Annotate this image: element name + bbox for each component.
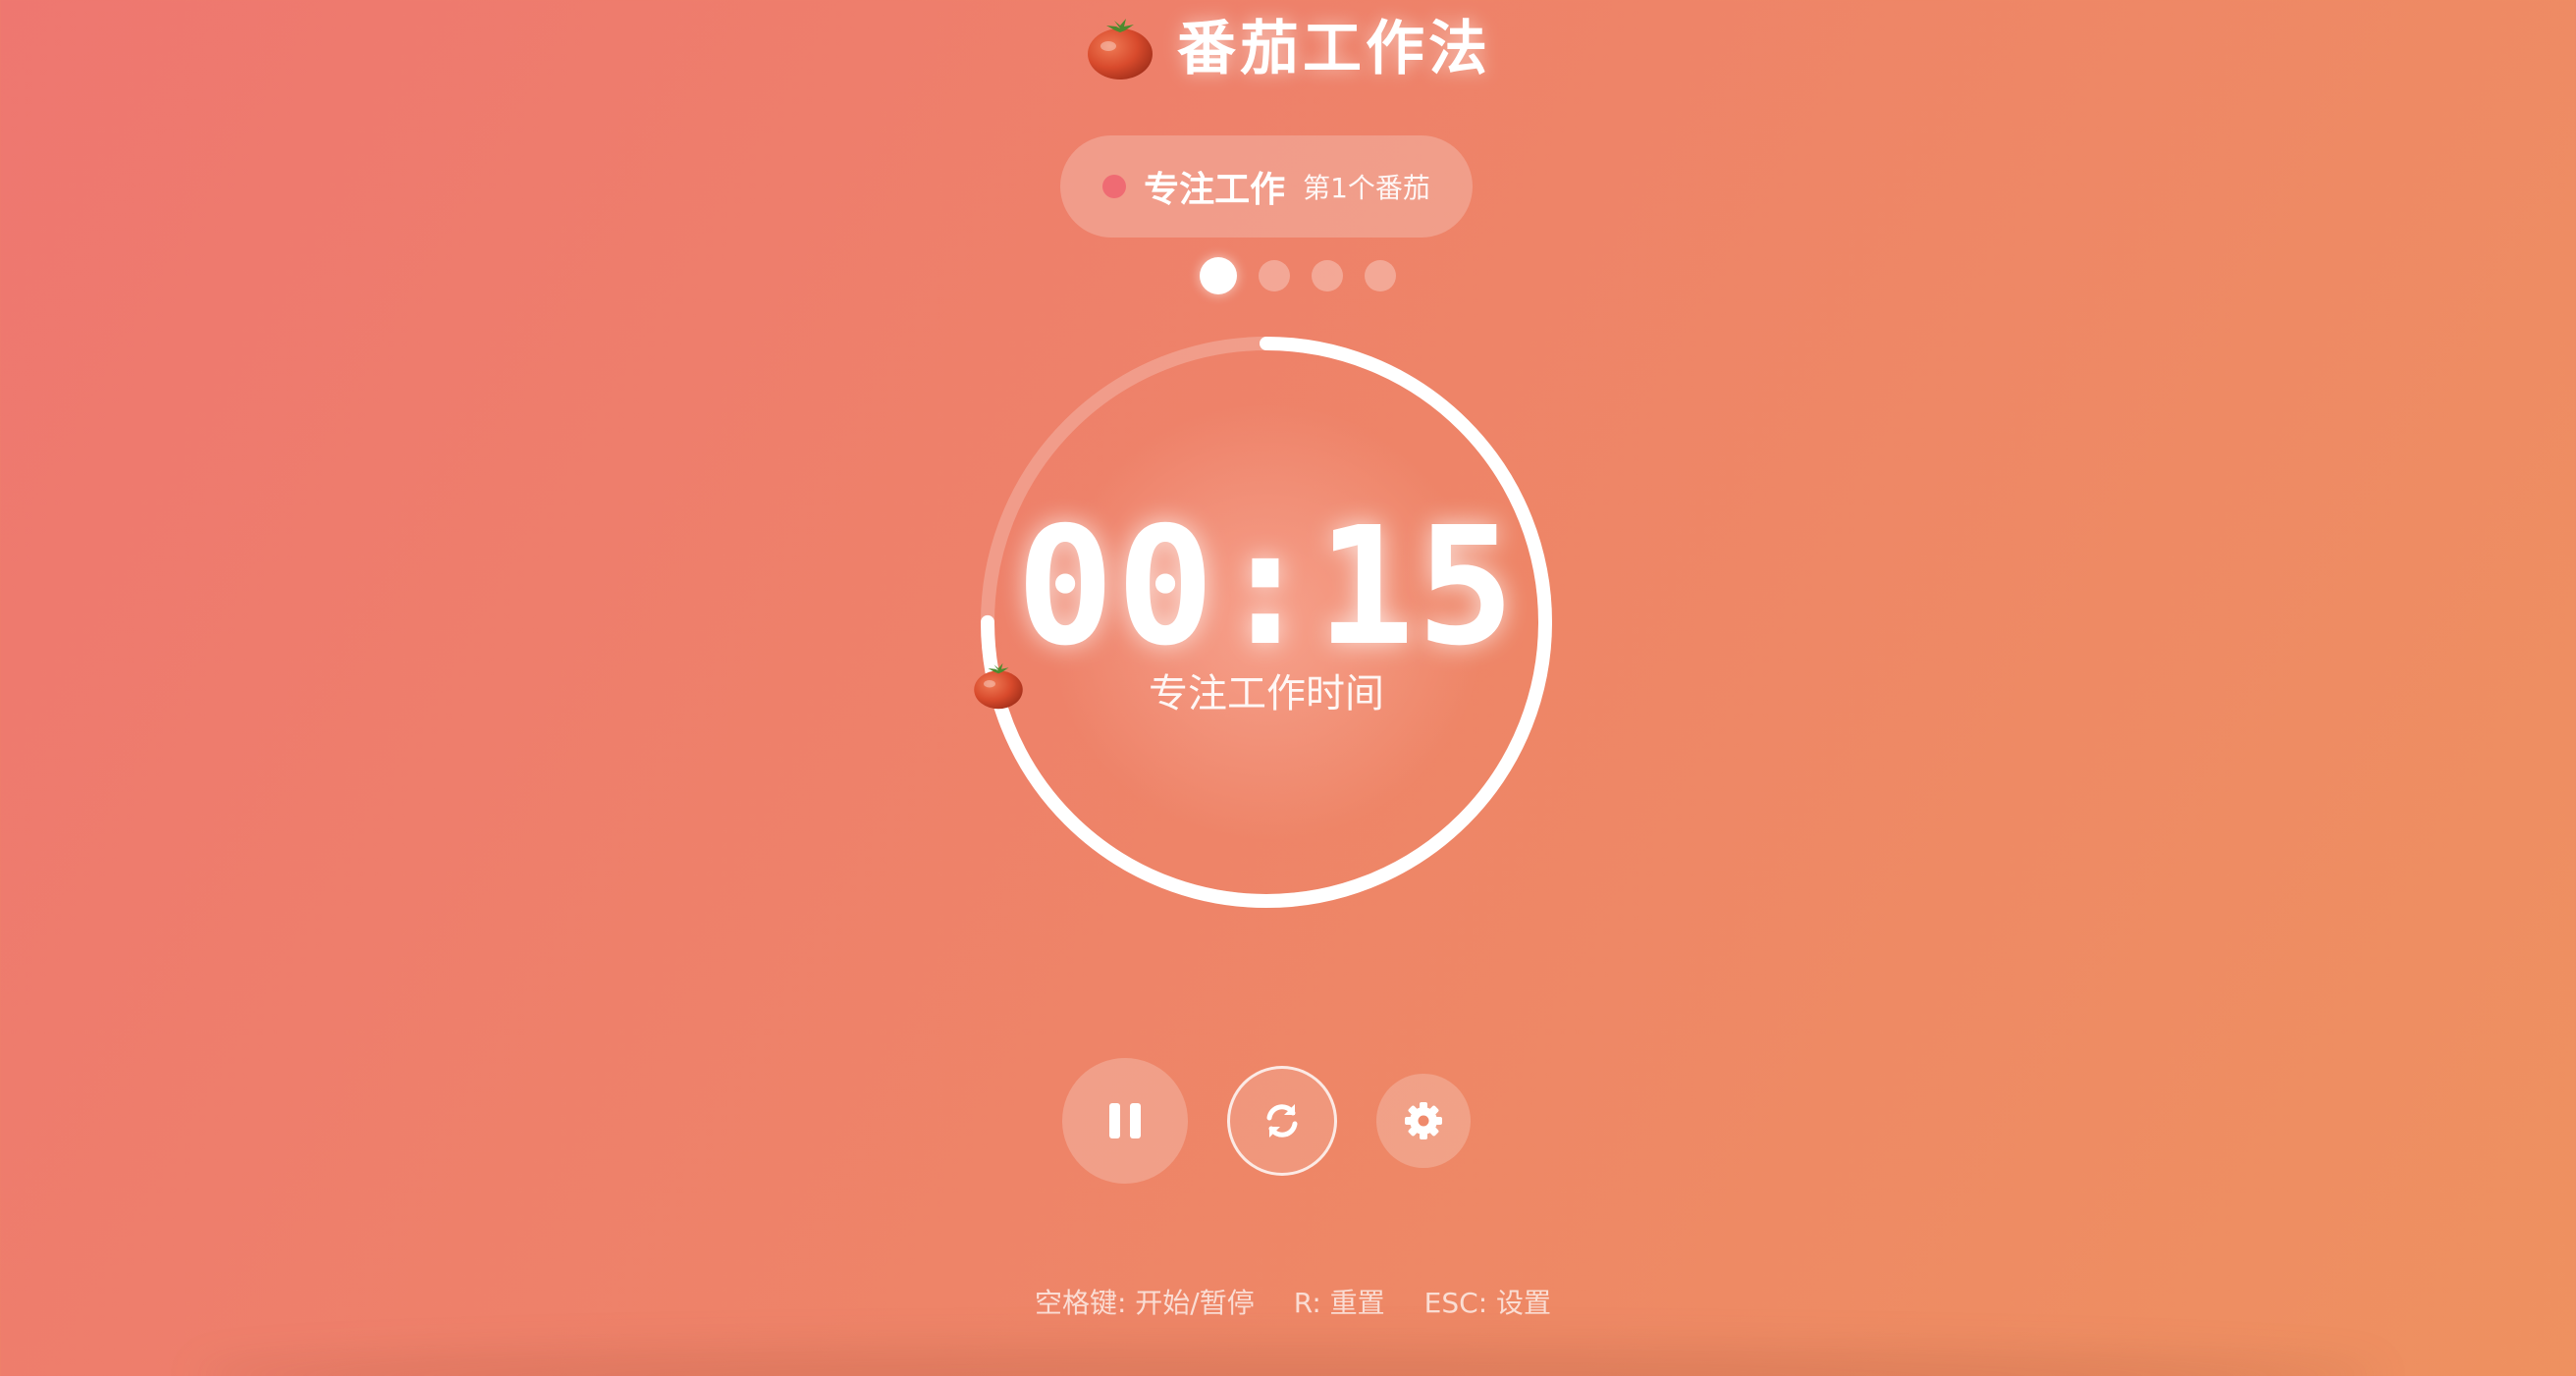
shortcut-settings: ESC: 设置 [1423, 1287, 1552, 1319]
pomodoro-app: 番茄工作法 专注工作 第1个番茄 00:15 专注工作时间 空格键: 开始/暂停… [0, 0, 2576, 1376]
round-progress-dots [0, 257, 2576, 294]
gear-icon [1405, 1102, 1442, 1139]
shortcut-reset: R: 重置 [1293, 1287, 1385, 1319]
time-display: 00:15 [1016, 493, 1517, 682]
session-status-dot [1102, 175, 1127, 198]
tomato-icon [974, 662, 1023, 710]
session-pill: 专注工作 第1个番茄 [1060, 135, 1473, 238]
app-header: 番茄工作法 [0, 6, 2576, 92]
app-title: 番茄工作法 [1177, 15, 1491, 83]
reset-button[interactable] [1227, 1066, 1337, 1176]
timer-controls [0, 1058, 2576, 1184]
shortcut-space: 空格键: 开始/暂停 [1034, 1287, 1255, 1319]
timer-ring: 00:15 专注工作时间 [972, 328, 1561, 917]
session-count: 第1个番茄 [1303, 172, 1430, 204]
time-caption: 专注工作时间 [972, 662, 1561, 718]
pause-button[interactable] [1062, 1058, 1188, 1184]
round-dot-2 [1259, 260, 1290, 291]
time-caption-label: 专注工作时间 [1149, 671, 1384, 716]
tomato-icon [1088, 19, 1153, 79]
pause-icon [1109, 1103, 1141, 1138]
round-dot-3 [1312, 260, 1343, 291]
settings-button[interactable] [1376, 1074, 1471, 1168]
keyboard-shortcuts: 空格键: 开始/暂停 R: 重置 ESC: 设置 [0, 1282, 2576, 1321]
refresh-icon [1266, 1104, 1298, 1138]
round-dot-4 [1365, 260, 1396, 291]
bottom-shadow [196, 1347, 2380, 1376]
session-label: 专注工作 [1144, 170, 1286, 210]
round-dot-1 [1200, 257, 1237, 294]
